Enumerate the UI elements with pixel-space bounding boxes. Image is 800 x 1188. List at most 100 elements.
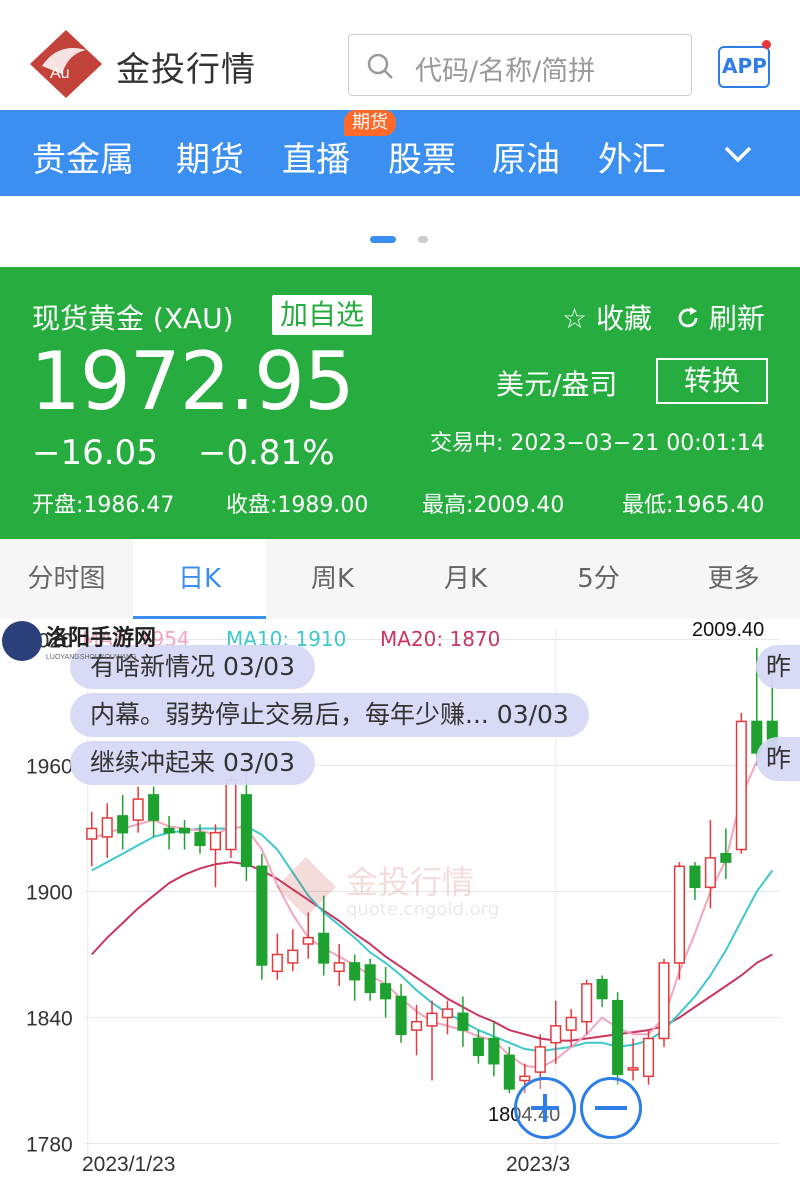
current-price: 1972.95 (30, 335, 355, 428)
tab-intraday[interactable]: 分时图 (0, 539, 133, 619)
candle-up (426, 1012, 438, 1027)
high-marker-label: 2009.40 (692, 619, 764, 641)
search-icon (367, 53, 393, 79)
x-tick-label: 2023/1/23 (82, 1153, 175, 1176)
app-header: Au 金投行情 代码/名称/简拼 APP (0, 0, 800, 110)
instrument-name: 现货黄金 (XAU) (32, 302, 234, 335)
news-tag[interactable]: 继续冲起来 03/03 (70, 741, 315, 785)
candle-down (194, 831, 206, 847)
favorite-button[interactable]: ☆ 收藏 (562, 297, 652, 337)
quote-panel: 现货黄金 (XAU) 加自选 ☆ 收藏 刷新 1972.95 美元/盎司 转换 … (0, 267, 800, 539)
price-unit: 美元/盎司 (496, 368, 618, 401)
candle-up (410, 1020, 423, 1031)
period-tabs: 分时图 日K 周K 月K 5分 更多 (0, 539, 800, 619)
candle-down (720, 852, 732, 863)
candle-up (101, 817, 113, 838)
candle-up (209, 831, 222, 851)
nav-item-live[interactable]: 直播 (282, 132, 350, 181)
refresh-label: 刷新 (708, 302, 765, 335)
nav-item-stocks[interactable]: 股票 (388, 132, 456, 181)
candle-up (86, 827, 98, 840)
nav-item-precious-metals[interactable]: 贵金属 (32, 132, 134, 181)
minus-icon (595, 1106, 627, 1110)
candle-down (689, 865, 701, 889)
candle-up (333, 962, 345, 973)
news-tag-right[interactable]: 昨 (756, 645, 800, 689)
watermark: 金投行情 quote.cngold.org (274, 851, 514, 931)
candle-down (240, 794, 252, 868)
watermark-url: quote.cngold.org (346, 899, 500, 920)
nav-item-forex[interactable]: 外汇 (598, 132, 666, 181)
price-change: −16.05 (32, 433, 158, 473)
zoom-in-button[interactable] (514, 1077, 576, 1139)
logo-text: Au (50, 65, 70, 82)
search-input[interactable]: 代码/名称/简拼 (348, 34, 692, 96)
candle-up (302, 936, 314, 945)
search-placeholder: 代码/名称/简拼 (415, 56, 596, 87)
y-tick-label: 1840 (26, 1008, 73, 1031)
trading-status-time: 交易中: 2023−03−21 00:01:14 (430, 431, 766, 456)
kline-chart[interactable]: 2020 1960 1900 1840 1780 2023/1/23 2023/3 2009.… (0, 619, 800, 1188)
candle-up (581, 983, 593, 1023)
add-watchlist-button[interactable]: 加自选 (272, 295, 373, 335)
candle-down (612, 999, 624, 1075)
futures-badge: 期货 (344, 110, 396, 136)
category-nav: 贵金属 期货 直播 股票 原油 外汇 期货 (0, 110, 800, 196)
candle-up (271, 953, 283, 973)
refresh-button[interactable]: 刷新 (676, 297, 765, 337)
news-tag-right[interactable]: 昨 (756, 737, 800, 781)
candle-down (380, 983, 392, 1000)
tab-daily-k[interactable]: 日K (133, 539, 266, 619)
candle-down (256, 865, 268, 966)
candle-down (457, 1012, 469, 1031)
tab-more[interactable]: 更多 (667, 539, 800, 619)
candle-up (735, 720, 747, 851)
tab-5min[interactable]: 5分 (532, 539, 665, 619)
y-tick-label: 1960 (26, 756, 73, 779)
carousel-dot[interactable] (418, 236, 428, 243)
carousel-dot-active[interactable] (370, 236, 396, 243)
tab-weekly-k[interactable]: 周K (266, 539, 399, 619)
previous-close: 收盘:1989.00 (226, 493, 369, 518)
convert-button[interactable]: 转换 (656, 358, 768, 404)
nav-item-crude-oil[interactable]: 原油 (492, 132, 560, 181)
plus-icon (531, 1094, 559, 1122)
candle-up (225, 779, 237, 851)
y-tick-label: 1900 (26, 882, 73, 905)
candle-up (441, 1008, 454, 1019)
candle-down (488, 1037, 500, 1065)
site-logo-sub: LUOYANGSHOUYOUWANG (46, 654, 137, 661)
candle-down (318, 932, 330, 964)
site-logo-text: 洛阳手游网 (46, 625, 156, 650)
candle-down (163, 827, 175, 834)
notification-dot (762, 40, 771, 49)
watermark-logo-icon (276, 857, 336, 917)
candle-up (627, 1067, 639, 1071)
candle-up (550, 1025, 562, 1044)
candle-down (503, 1054, 515, 1090)
x-tick-label: 2023/3 (506, 1153, 570, 1176)
tab-monthly-k[interactable]: 月K (399, 539, 532, 619)
candle-down (117, 815, 129, 834)
open-price: 开盘:1986.47 (32, 493, 175, 518)
candle-down (178, 827, 191, 834)
candle-up (658, 962, 670, 1040)
candle-up (642, 1037, 655, 1078)
watermark-text: 金投行情 (346, 863, 475, 901)
candle-down (395, 995, 407, 1036)
price-change-percent: −0.81% (198, 433, 335, 473)
candle-down (148, 794, 160, 821)
candle-down (596, 978, 608, 1000)
day-high: 最高:2009.40 (422, 493, 565, 518)
zoom-out-button[interactable] (580, 1077, 642, 1139)
app-download-button[interactable]: APP (718, 40, 772, 90)
candle-down (472, 1037, 484, 1057)
news-tag[interactable]: 内幕。弱势停止交易后，每年少赚... 03/03 (70, 693, 589, 737)
candle-down (349, 962, 361, 981)
gold-logo-icon[interactable]: Au (28, 28, 104, 100)
nav-item-futures[interactable]: 期货 (176, 132, 244, 181)
brand-title: 金投行情 (116, 50, 256, 90)
chevron-down-icon[interactable] (722, 140, 754, 168)
day-low: 最低:1965.40 (622, 493, 765, 518)
candle-up (673, 865, 686, 964)
